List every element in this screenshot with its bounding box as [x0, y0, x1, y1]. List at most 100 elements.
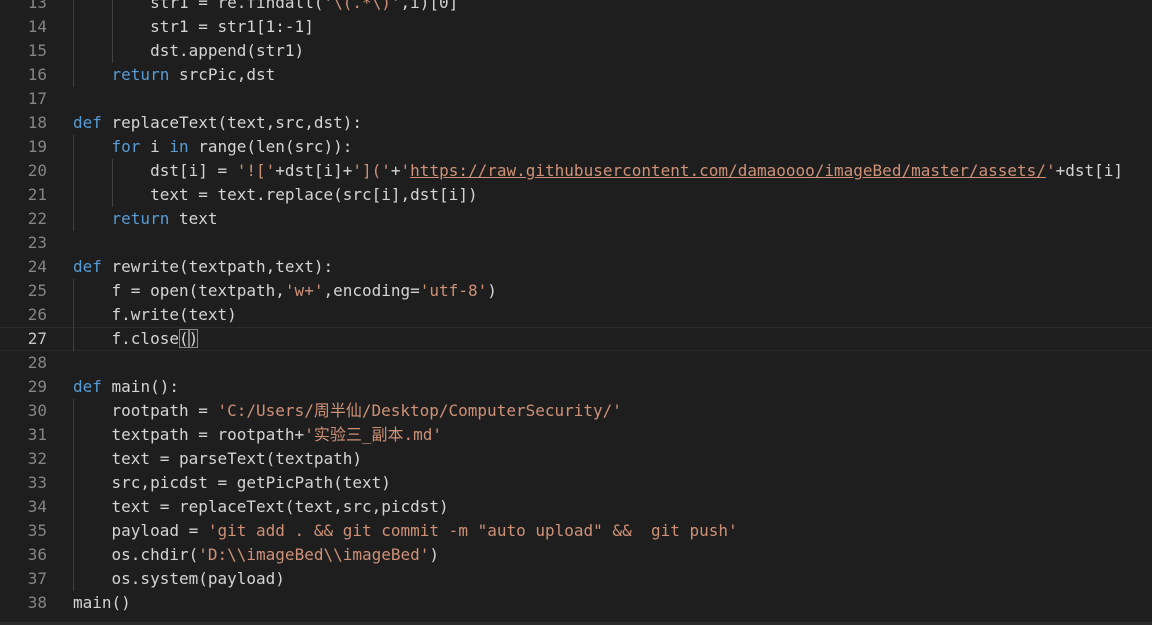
- code-token: str1 = re.findall(: [73, 0, 324, 12]
- code-token: f.close: [73, 329, 179, 348]
- code-text: f = open(textpath,'w+',encoding='utf-8'): [73, 279, 497, 303]
- code-line[interactable]: 31 textpath = rootpath+'实验三_副本.md': [0, 423, 1152, 447]
- code-text: dst[i] = '!['+dst[i]+']('+'https://raw.g…: [73, 159, 1123, 183]
- code-line[interactable]: 32 text = parseText(textpath): [0, 447, 1152, 471]
- code-token: +dst[i]+: [275, 161, 353, 180]
- code-text: textpath = rootpath+'实验三_副本.md': [73, 423, 442, 447]
- code-line[interactable]: 20 dst[i] = '!['+dst[i]+']('+'https://ra…: [0, 159, 1152, 183]
- code-text: return srcPic,dst: [73, 63, 276, 87]
- line-number: 16: [27, 65, 47, 84]
- code-text: payload = 'git add . && git commit -m "a…: [73, 519, 738, 543]
- code-line[interactable]: 14 str1 = str1[1:-1]: [0, 15, 1152, 39]
- code-token: ): [487, 281, 497, 300]
- code-text: text = replaceText(text,src,picdst): [73, 495, 449, 519]
- code-token: srcPic,dst: [169, 65, 276, 84]
- code-text: f.write(text): [73, 303, 237, 327]
- line-number: 19: [27, 137, 47, 156]
- line-number: 22: [27, 209, 47, 228]
- code-text: str1 = re.findall('\(.*\)',i)[0]: [73, 0, 458, 15]
- line-number: 32: [27, 449, 47, 468]
- code-line[interactable]: 16 return srcPic,dst: [0, 63, 1152, 87]
- code-editor[interactable]: 13 str1 = re.findall('\(.*\)',i)[0] 14 st…: [0, 0, 1152, 625]
- code-line[interactable]: 23: [0, 231, 1152, 255]
- code-token: main(): [73, 593, 131, 612]
- string-token: ': [1045, 161, 1056, 180]
- string-token: ': [400, 161, 411, 180]
- code-text: for i in range(len(src)):: [73, 135, 353, 159]
- code-token: dst[i] =: [73, 161, 237, 180]
- code-text: rootpath = 'C:/Users/周半仙/Desktop/Compute…: [73, 399, 622, 423]
- code-line[interactable]: 13 str1 = re.findall('\(.*\)',i)[0]: [0, 0, 1152, 15]
- code-token: src,picdst = getPicPath(text): [73, 473, 391, 492]
- line-number: 34: [27, 497, 47, 516]
- code-line[interactable]: 33 src,picdst = getPicPath(text): [0, 471, 1152, 495]
- keyword-token: for: [111, 137, 141, 156]
- code-text: f.close(): [73, 327, 199, 351]
- code-line[interactable]: 22 return text: [0, 207, 1152, 231]
- code-line[interactable]: 30 rootpath = 'C:/Users/周半仙/Desktop/Comp…: [0, 399, 1152, 423]
- string-token: '实验三_副本.md': [304, 425, 442, 444]
- keyword-token: def: [73, 113, 102, 132]
- line-number: 20: [27, 161, 47, 180]
- code-token: i: [140, 137, 170, 156]
- code-token: dst.append(str1): [73, 41, 305, 60]
- code-line[interactable]: 15 dst.append(str1): [0, 39, 1152, 63]
- code-line[interactable]: 29 def main():: [0, 375, 1152, 399]
- code-token: ,i)[0]: [400, 0, 459, 12]
- code-line[interactable]: 18 def replaceText(text,src,dst):: [0, 111, 1152, 135]
- code-line[interactable]: 35 payload = 'git add . && git commit -m…: [0, 519, 1152, 543]
- code-token: os.chdir(: [73, 545, 199, 564]
- code-token: +dst[i]: [1055, 161, 1124, 180]
- line-number: 37: [27, 569, 47, 588]
- line-number: 29: [27, 377, 47, 396]
- line-number: 30: [27, 401, 47, 420]
- code-line[interactable]: 28: [0, 351, 1152, 375]
- code-line[interactable]: 27 f.close(): [0, 327, 1152, 351]
- line-number: 31: [27, 425, 47, 444]
- code-line[interactable]: 38 main(): [0, 591, 1152, 615]
- code-text: src,picdst = getPicPath(text): [73, 471, 391, 495]
- line-number: 26: [27, 305, 47, 324]
- string-token: 'D:\\imageBed\\imageBed': [198, 545, 430, 564]
- code-token: payload =: [73, 521, 208, 540]
- line-number: 17: [27, 89, 47, 108]
- string-token: 'git add . && git commit -m "auto upload…: [207, 521, 738, 540]
- code-line[interactable]: 37 os.system(payload): [0, 567, 1152, 591]
- line-number: 18: [27, 113, 47, 132]
- code-line[interactable]: 34 text = replaceText(text,src,picdst): [0, 495, 1152, 519]
- code-token: +: [390, 161, 401, 180]
- code-token: ): [429, 545, 440, 564]
- line-number: 14: [27, 17, 47, 36]
- code-line[interactable]: 25 f = open(textpath,'w+',encoding='utf-…: [0, 279, 1152, 303]
- keyword-token: return: [111, 65, 170, 84]
- code-token: text = parseText(textpath): [73, 449, 362, 468]
- code-text: def rewrite(textpath,text):: [73, 255, 333, 279]
- code-token: rewrite(textpath,text):: [101, 257, 334, 276]
- code-line[interactable]: 26 f.write(text): [0, 303, 1152, 327]
- matched-bracket: (: [178, 329, 189, 348]
- code-text: dst.append(str1): [73, 39, 304, 63]
- code-text: return text: [73, 207, 218, 231]
- code-line[interactable]: 19 for i in range(len(src)):: [0, 135, 1152, 159]
- line-number: 35: [27, 521, 47, 540]
- code-token: textpath = rootpath+: [73, 425, 305, 444]
- string-token: 'w+': [284, 281, 324, 300]
- url-link-token[interactable]: https://raw.githubusercontent.com/damaoo…: [410, 161, 1046, 180]
- code-text: def main():: [73, 375, 179, 399]
- code-line[interactable]: 21 text = text.replace(src[i],dst[i]): [0, 183, 1152, 207]
- string-token: '![': [236, 161, 276, 180]
- line-number: 13: [27, 0, 47, 12]
- code-text: def replaceText(text,src,dst):: [73, 111, 362, 135]
- code-line[interactable]: 24 def rewrite(textpath,text):: [0, 255, 1152, 279]
- keyword-token: return: [111, 209, 170, 228]
- code-text: main(): [73, 591, 131, 615]
- line-number: 36: [27, 545, 47, 564]
- code-line[interactable]: 17: [0, 87, 1152, 111]
- code-line[interactable]: 36 os.chdir('D:\\imageBed\\imageBed'): [0, 543, 1152, 567]
- line-number: 15: [27, 41, 47, 60]
- code-token: rootpath =: [73, 401, 218, 420]
- line-number: 38: [27, 593, 47, 612]
